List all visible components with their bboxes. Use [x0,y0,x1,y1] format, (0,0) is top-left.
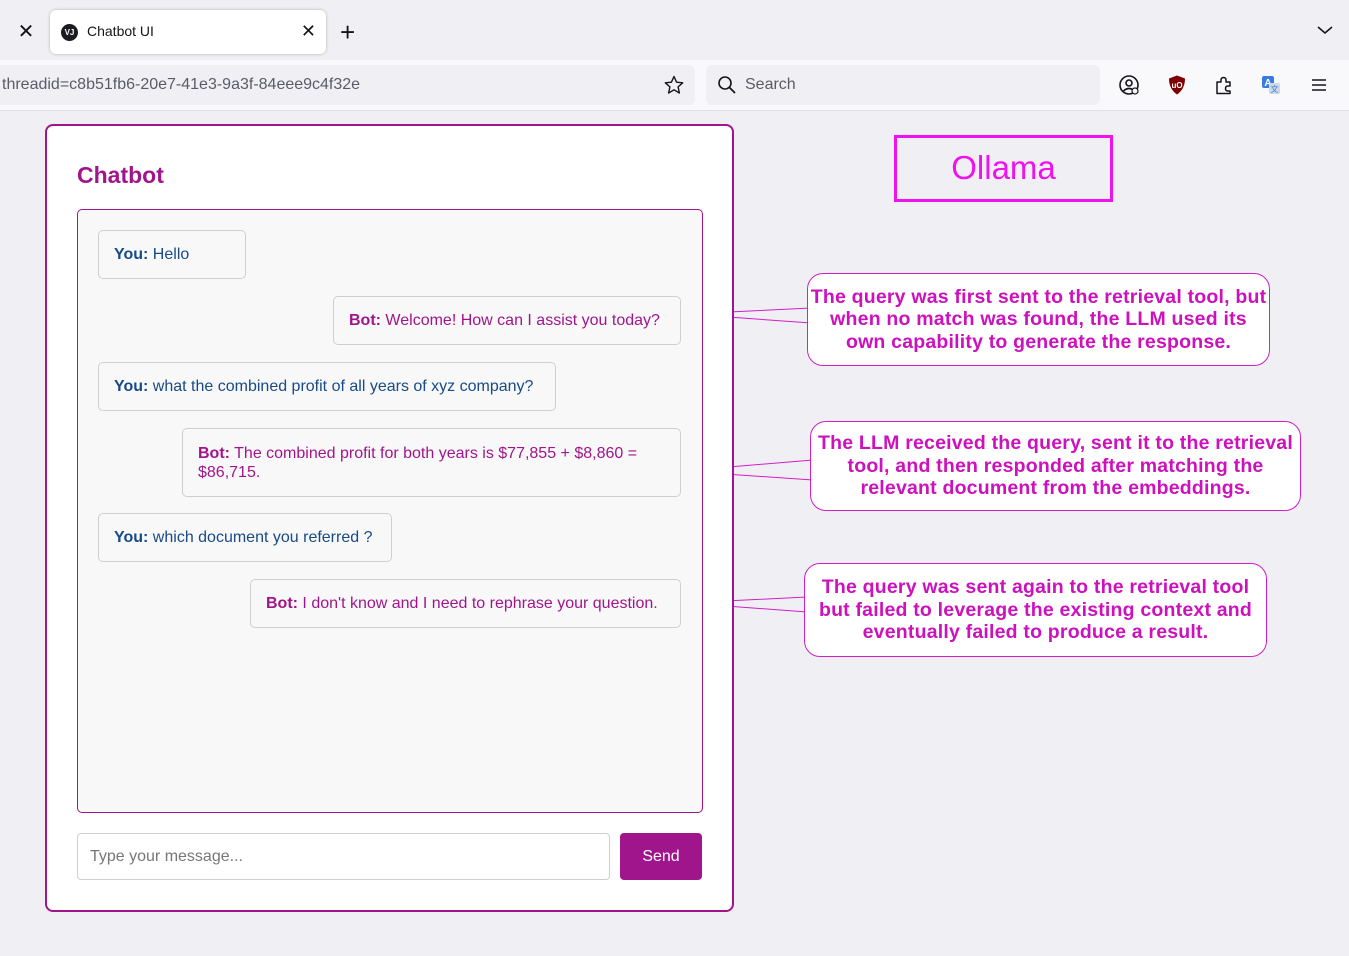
search-placeholder: Search [745,76,796,93]
bookmark-star-icon[interactable] [663,74,685,96]
annotation-callout: The LLM received the query, sent it to t… [810,421,1301,511]
message-text: The combined profit for both years is $7… [198,445,638,481]
message-text: Hello [148,246,190,263]
chevron-down-icon[interactable] [1315,20,1335,40]
bot-message: Bot: Welcome! How can I assist you today… [333,296,681,345]
navigation-bar: threadid=c8b51fb6-20e7-41e3-9a3f-84eee9c… [0,60,1349,111]
search-bar[interactable]: Search [706,65,1100,105]
message-text: I don't know and I need to rephrase your… [297,595,658,612]
url-text[interactable]: threadid=c8b51fb6-20e7-41e3-9a3f-84eee9c… [2,76,360,94]
close-icon[interactable]: ✕ [14,20,38,44]
chatbot-card: Chatbot You: Hello Bot: Welcome! How can… [45,124,734,912]
bot-message: Bot: I don't know and I need to rephrase… [250,579,681,628]
send-button[interactable]: Send [620,833,702,880]
menu-hamburger-icon[interactable] [1308,74,1330,96]
tab-bar: ✕ VJ Chatbot UI ✕ + [0,0,1349,60]
user-message: You: which document you referred ? [98,513,392,562]
message-speaker: You: [114,378,149,395]
message-speaker: You: [114,529,149,546]
ollama-label: Ollama [894,135,1113,202]
tab-title: Chatbot UI [87,23,154,39]
message-text: Welcome! How can I assist you today? [380,312,660,329]
ublock-shield-icon[interactable]: uO [1166,74,1188,96]
user-message: You: what the combined profit of all yea… [98,362,556,411]
tab-chatbot-ui[interactable]: VJ Chatbot UI ✕ [50,10,326,54]
bot-message: Bot: The combined profit for both years … [182,428,681,497]
message-speaker: Bot: [349,312,381,329]
annotation-callout: The query was first sent to the retrieva… [807,273,1270,366]
search-icon [718,76,736,94]
new-tab-icon[interactable]: + [340,18,355,46]
chat-window[interactable]: You: Hello Bot: Welcome! How can I assis… [77,209,703,813]
annotation-callout: The query was sent again to the retrieva… [804,563,1267,657]
url-bar[interactable]: threadid=c8b51fb6-20e7-41e3-9a3f-84eee9c… [0,65,695,105]
message-speaker: Bot: [198,445,230,462]
message-speaker: You: [114,246,149,263]
extensions-puzzle-icon[interactable] [1213,74,1235,96]
message-speaker: Bot: [266,595,298,612]
message-input[interactable] [77,833,610,880]
page-content: Chatbot You: Hello Bot: Welcome! How can… [0,111,1349,956]
svg-text:文: 文 [1271,84,1279,94]
translate-icon[interactable]: A 文 [1260,74,1282,96]
svg-text:uO: uO [1171,81,1182,90]
user-message: You: Hello [98,230,246,279]
chatbot-title: Chatbot [77,162,164,188]
tab-favicon-icon: VJ [61,24,78,41]
message-text: what the combined profit of all years of… [148,378,534,395]
account-icon[interactable] [1118,74,1140,96]
close-tab-icon[interactable]: ✕ [301,21,316,41]
message-text: which document you referred ? [148,529,373,546]
